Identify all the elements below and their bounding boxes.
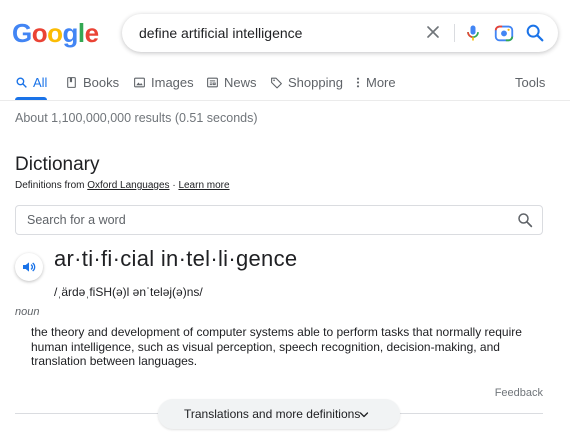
tab-label: Books — [83, 75, 120, 90]
pronunciation-button[interactable] — [15, 253, 43, 281]
tools-button[interactable]: Tools — [515, 75, 545, 90]
google-logo[interactable]: Google — [12, 18, 99, 49]
search-icon[interactable] — [516, 211, 534, 229]
oxford-languages-link[interactable]: Oxford Languages — [87, 180, 169, 191]
dictionary-source: Definitions from Oxford Languages · Lear… — [15, 180, 230, 191]
speaker-icon — [23, 262, 36, 272]
definition-text: the theory and development of computer s… — [31, 325, 522, 368]
more-button-label: Translations and more definitions — [184, 407, 361, 421]
result-stats: About 1,100,000,000 results (0.51 second… — [15, 111, 258, 125]
dictionary-title: Dictionary — [15, 154, 100, 175]
tools-label: Tools — [515, 75, 546, 90]
logo-letter: o — [47, 18, 63, 48]
tab-label: More — [366, 75, 396, 90]
learn-more-link[interactable]: Learn more — [178, 180, 229, 191]
chevron-down-icon — [359, 412, 369, 418]
tabs-divider — [0, 100, 570, 101]
feedback-link[interactable]: Feedback — [495, 387, 543, 399]
camera-lens-icon[interactable] — [493, 22, 515, 44]
source-prefix: Definitions from — [15, 180, 85, 191]
tab-images[interactable]: Images — [133, 75, 194, 90]
tab-all[interactable]: All — [15, 75, 47, 90]
search-divider — [454, 24, 455, 42]
tab-books[interactable]: Books — [65, 75, 119, 90]
search-box[interactable]: define artificial intelligence — [122, 14, 558, 52]
search-icon — [16, 77, 27, 88]
part-of-speech: noun — [15, 306, 40, 318]
tab-more[interactable]: More — [355, 75, 396, 90]
search-tabs: All Books Images News Shopping More Tool… — [15, 68, 555, 100]
more-vert-icon — [356, 77, 360, 88]
logo-letter: e — [84, 18, 99, 48]
image-icon — [134, 77, 145, 88]
book-icon — [67, 77, 76, 88]
logo-letter: l — [77, 18, 85, 48]
logo-letter: g — [62, 18, 79, 48]
logo-letter: o — [31, 18, 48, 48]
tab-label: All — [33, 75, 48, 90]
translations-more-button[interactable]: Translations and more definitions — [158, 399, 400, 429]
tab-news[interactable]: News — [206, 75, 257, 90]
word-search-input[interactable]: Search for a word — [15, 205, 543, 235]
tag-icon — [271, 77, 282, 89]
clear-icon[interactable] — [423, 22, 443, 42]
news-icon — [207, 77, 218, 88]
tab-label: Shopping — [288, 75, 343, 90]
source-separator: · — [172, 180, 176, 191]
logo-letter: G — [12, 18, 32, 48]
phonetic-spelling: /ˌärdəˌfiSH(ə)l ənˈteləj(ə)ns/ — [54, 285, 203, 299]
headword: ar·ti·fi·cial in·tel·li·gence — [54, 246, 298, 271]
search-icon[interactable] — [524, 22, 546, 44]
tab-label: Images — [151, 75, 194, 90]
tab-label: News — [224, 75, 257, 90]
microphone-icon[interactable] — [463, 22, 483, 44]
search-input[interactable]: define artificial intelligence — [139, 25, 302, 41]
word-search-placeholder: Search for a word — [27, 213, 126, 227]
tab-shopping[interactable]: Shopping — [270, 75, 343, 90]
